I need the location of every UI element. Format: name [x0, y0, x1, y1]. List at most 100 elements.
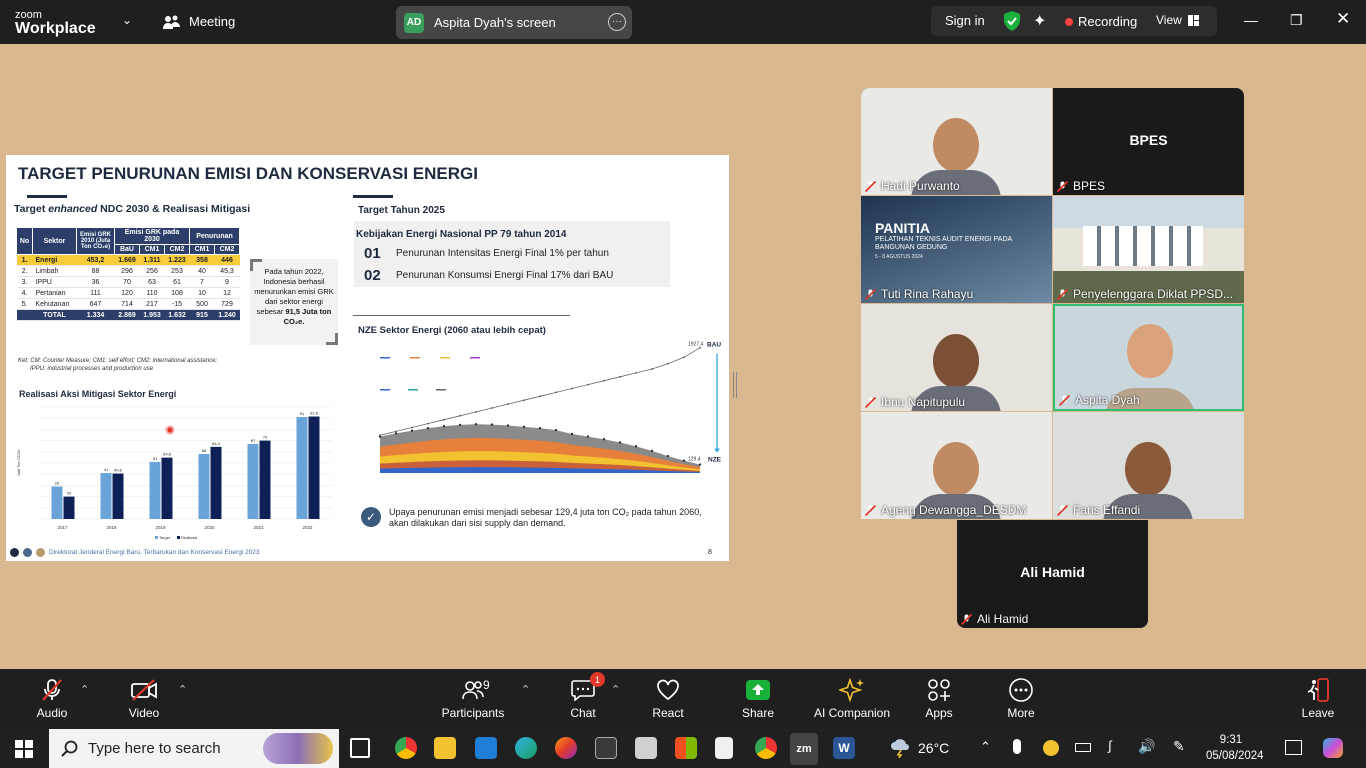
battery-icon[interactable]	[1075, 743, 1091, 752]
video-tile-hadi-purwanto[interactable]: Hadi Purwanto	[861, 88, 1052, 195]
x-tick-label: 2017	[57, 525, 68, 530]
movie-app-icon[interactable]	[595, 737, 617, 759]
bau-point	[443, 418, 445, 421]
bau-point	[635, 372, 637, 374]
mail-icon[interactable]	[475, 737, 497, 759]
bar-realisasi-2022	[308, 416, 320, 519]
video-tile-ageng-dewangga-desdm[interactable]: Ageng Dewangga_DESDM	[861, 412, 1052, 519]
ai-companion-button[interactable]: AI Companion	[812, 669, 892, 729]
nze-point	[570, 432, 574, 436]
audio-button[interactable]: Audio	[30, 669, 74, 729]
participants-icon	[462, 681, 484, 700]
legend-swatch	[380, 389, 390, 391]
nze-heading: NZE Sektor Energi (2060 atau lebih cepat…	[358, 325, 546, 336]
mic-muted-icon	[865, 504, 876, 516]
more-button[interactable]: More	[1003, 669, 1039, 729]
more-options-icon[interactable]: ···	[608, 13, 626, 31]
taskbar-clock[interactable]: 9:31 05/08/2024	[1206, 732, 1264, 764]
notifications-icon[interactable]	[1285, 740, 1302, 755]
table-total-row: TOTAL 1.334 2.869 1.953 1.632 915 1.240	[16, 309, 240, 321]
bar-data-label: 64,4	[212, 441, 221, 446]
video-tile-ali-hamid[interactable]: Ali Hamid Ali Hamid	[957, 520, 1148, 628]
bar-target-2018	[100, 473, 112, 519]
bar-target-2022	[296, 417, 308, 519]
recording-indicator[interactable]: Recording	[1065, 14, 1137, 29]
split-view-handle[interactable]	[733, 372, 737, 398]
nze-point	[442, 425, 446, 428]
taskbar-search-box[interactable]: Type here to search	[49, 729, 339, 768]
edge-icon[interactable]	[515, 737, 537, 759]
chrome-profile-icon[interactable]	[755, 737, 777, 759]
windows-start-icon[interactable]	[15, 740, 33, 758]
meeting-info-button[interactable]: Meeting	[163, 14, 235, 29]
video-button[interactable]: Video	[122, 669, 166, 729]
chat-options-chevron-icon[interactable]: ⌃	[611, 683, 620, 696]
video-tile-ibnu-napitupulu[interactable]: Ibnu Napitupulu	[861, 304, 1052, 411]
bau-point	[379, 434, 381, 437]
nze-point	[458, 423, 462, 427]
video-options-chevron-icon[interactable]: ⌃	[178, 683, 187, 696]
file-explorer-icon[interactable]	[434, 737, 456, 759]
firefox-icon[interactable]	[555, 737, 577, 759]
share-screen-button[interactable]: Share	[738, 669, 778, 729]
minimize-icon[interactable]: —	[1244, 12, 1258, 28]
page-number: 8	[708, 549, 712, 556]
bau-point	[491, 407, 493, 409]
legend-label: Target	[159, 535, 171, 540]
tray-mic-icon[interactable]	[1013, 739, 1021, 754]
pen-icon[interactable]: ✎	[1173, 738, 1185, 755]
zoom-taskbar-icon[interactable]: zm	[790, 733, 818, 765]
bau-value-label: 1927,4	[688, 342, 704, 348]
bar-data-label: 91	[300, 411, 305, 416]
video-tile-active-speaker[interactable]: Aspita Dyah	[1053, 304, 1244, 411]
chat-button[interactable]: 1 Chat	[566, 669, 605, 729]
store-icon[interactable]	[675, 737, 697, 759]
bar-realisasi-2017	[63, 496, 75, 519]
word-icon[interactable]: W	[833, 737, 855, 759]
chevron-down-icon[interactable]: ⌄	[122, 13, 132, 27]
video-tile-bpes[interactable]: BPES BPES	[1053, 88, 1244, 195]
policy-item: 01 Penurunan Intensitas Energi Final 1% …	[364, 245, 609, 262]
x-tick-label: 2018	[106, 525, 117, 530]
tray-chevron-up-icon[interactable]: ⌃	[980, 739, 991, 755]
document-app-icon[interactable]	[715, 737, 733, 759]
view-button[interactable]: View	[1156, 13, 1199, 27]
weather-widget[interactable]: 26°C	[890, 738, 949, 758]
tray-app-icon[interactable]	[1043, 740, 1059, 756]
reduction-arrow-head	[714, 448, 720, 453]
video-tile-penyelenggara-diklat-ppsd[interactable]: Penyelenggara Diklat PPSD...	[1053, 196, 1244, 303]
share-screen-icon	[746, 680, 770, 700]
scanner-app-icon[interactable]	[635, 737, 657, 759]
screen-share-indicator[interactable]: AD Aspita Dyah's screen ···	[396, 6, 632, 39]
participant-head	[1127, 324, 1173, 378]
sign-in-button[interactable]: Sign in	[945, 13, 985, 28]
windows-taskbar: Type here to search zm W 26°C ⌃ ∫ 🔊 ✎ 9:…	[0, 729, 1366, 768]
participant-name: Penyelenggara Diklat PPSD...	[1073, 287, 1234, 301]
restore-icon[interactable]: ❐	[1290, 12, 1303, 29]
copilot-icon[interactable]	[1323, 738, 1343, 758]
nze-point	[538, 426, 542, 430]
shared-slide[interactable]: TARGET PENURUNAN EMISI DAN KONSERVASI EN…	[6, 155, 729, 561]
shield-check-icon[interactable]	[1003, 11, 1021, 31]
apps-button[interactable]: Apps	[920, 669, 958, 729]
leave-button[interactable]: Leave	[1298, 669, 1338, 729]
bar-target-2020	[198, 454, 210, 519]
video-tile-faris-effandi[interactable]: Faris Effandi	[1053, 412, 1244, 519]
title-bar: zoom Workplace ⌄ Meeting AD Aspita Dyah'…	[0, 0, 1366, 44]
bau-point	[411, 426, 413, 429]
close-icon[interactable]: ✕	[1336, 9, 1350, 29]
nze-point	[586, 435, 590, 438]
volume-icon[interactable]: 🔊	[1138, 738, 1155, 755]
participants-button[interactable]: 9 Participants	[440, 669, 506, 729]
participants-options-chevron-icon[interactable]: ⌃	[521, 683, 530, 696]
task-view-icon[interactable]	[350, 738, 370, 758]
bau-point	[395, 430, 397, 433]
wifi-icon[interactable]: ∫	[1108, 738, 1112, 753]
mic-muted-icon	[42, 679, 62, 701]
ai-sparkle-icon[interactable]: ✦	[1033, 11, 1046, 31]
bau-point	[651, 368, 653, 370]
react-button[interactable]: React	[648, 669, 688, 729]
chrome-icon[interactable]	[395, 737, 417, 759]
video-tile-tuti-rina-rahayu[interactable]: PANITIA PELATIHAN TEKNIS AUDIT ENERGI PAD…	[861, 196, 1052, 303]
audio-options-chevron-icon[interactable]: ⌃	[80, 683, 89, 696]
